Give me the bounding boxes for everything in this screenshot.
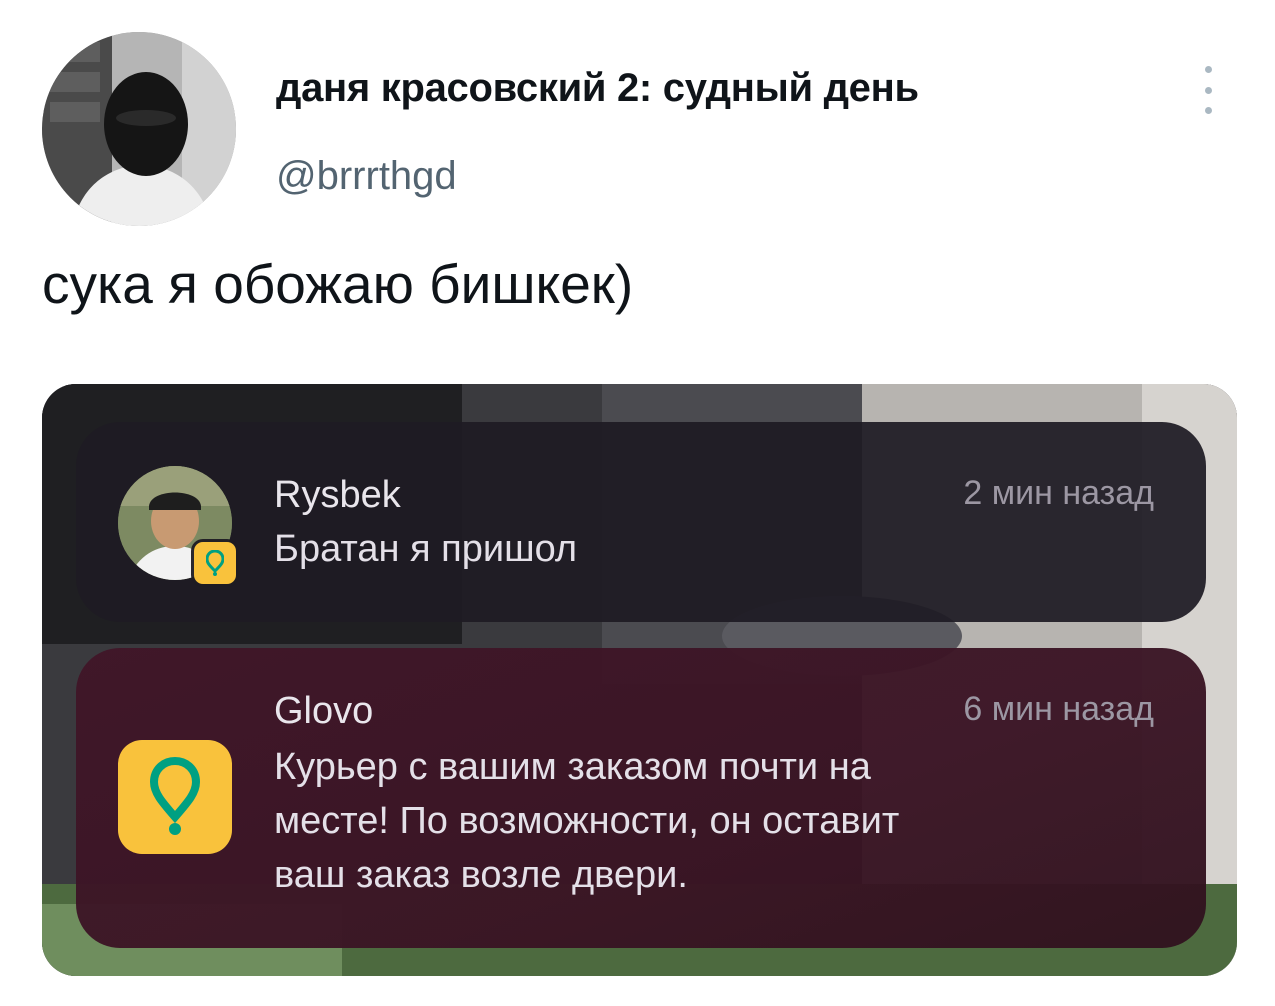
notification-time: 6 мин назад [963, 690, 1154, 728]
author-avatar[interactable] [42, 32, 236, 226]
tweet-text: сука я обожаю бишкек) [42, 253, 634, 315]
avatar-image [42, 32, 236, 226]
glovo-app-icon [118, 740, 232, 854]
notification-app-name: Glovo [274, 690, 374, 732]
notification-message: Братан я пришол [274, 528, 578, 570]
message-line: ваш заказ возле двери. [274, 854, 688, 896]
author-name[interactable]: даня красовский 2: судный день [276, 66, 919, 111]
glovo-badge-icon [194, 542, 236, 584]
notification-glovo[interactable]: Glovo 6 мин назад Курьер с вашим заказом… [76, 648, 1206, 948]
notification-message: Курьер с вашим заказом почти на месте! П… [274, 740, 899, 902]
message-line: Курьер с вашим заказом почти на [274, 746, 871, 788]
notification-rysbek[interactable]: Rysbek 2 мин назад Братан я пришол [76, 422, 1206, 622]
tweet-media-image[interactable]: Rysbek 2 мин назад Братан я пришол Glovo… [42, 384, 1237, 976]
message-line: месте! По возможности, он оставит [274, 800, 900, 842]
notification-sender: Rysbek [274, 474, 401, 516]
notification-time: 2 мин назад [963, 474, 1154, 512]
more-options-icon[interactable] [1196, 66, 1220, 114]
author-handle[interactable]: @brrrthgd [276, 154, 457, 199]
